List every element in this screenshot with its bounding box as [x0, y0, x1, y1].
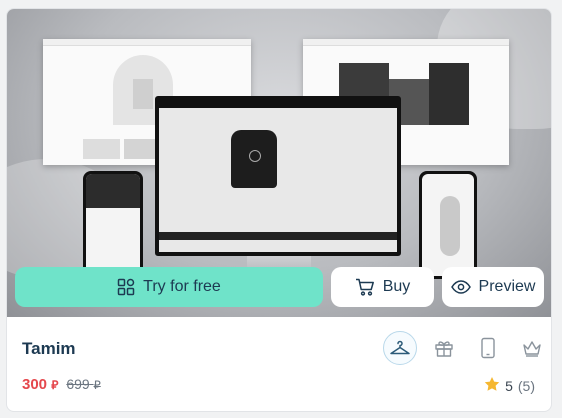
- rating-count: (5): [517, 377, 535, 394]
- original-price: 699 ⃁: [66, 376, 101, 392]
- preview-phone-right: [419, 171, 477, 279]
- grid-icon: [117, 278, 135, 296]
- cart-icon: [355, 278, 375, 296]
- template-name[interactable]: Tamim: [22, 339, 76, 359]
- eye-icon: [450, 280, 471, 294]
- preview-phone-left: [83, 171, 143, 281]
- clothing-hanger-icon[interactable]: [383, 331, 417, 365]
- preview-button[interactable]: Preview: [442, 267, 544, 307]
- crown-icon[interactable]: [515, 331, 549, 365]
- current-price: 300 ⃁: [22, 376, 59, 393]
- try-for-free-label: Try for free: [143, 278, 221, 295]
- mobile-icon[interactable]: [471, 331, 505, 365]
- buy-label: Buy: [382, 278, 411, 295]
- buy-button[interactable]: Buy: [331, 267, 434, 307]
- star-icon: [484, 376, 500, 395]
- template-card[interactable]: Try for free Buy Preview Tamim: [6, 8, 552, 412]
- rating-value: 5: [505, 377, 513, 394]
- preview-label: Preview: [478, 278, 536, 295]
- rating: 5 (5): [484, 376, 535, 395]
- category-icons: [383, 331, 549, 365]
- template-preview-image: Try for free Buy Preview: [7, 9, 551, 317]
- try-for-free-button[interactable]: Try for free: [15, 267, 323, 307]
- gift-icon[interactable]: [427, 331, 461, 365]
- price: 300 ⃁ 699 ⃁: [22, 376, 101, 393]
- preview-monitor: [155, 96, 401, 256]
